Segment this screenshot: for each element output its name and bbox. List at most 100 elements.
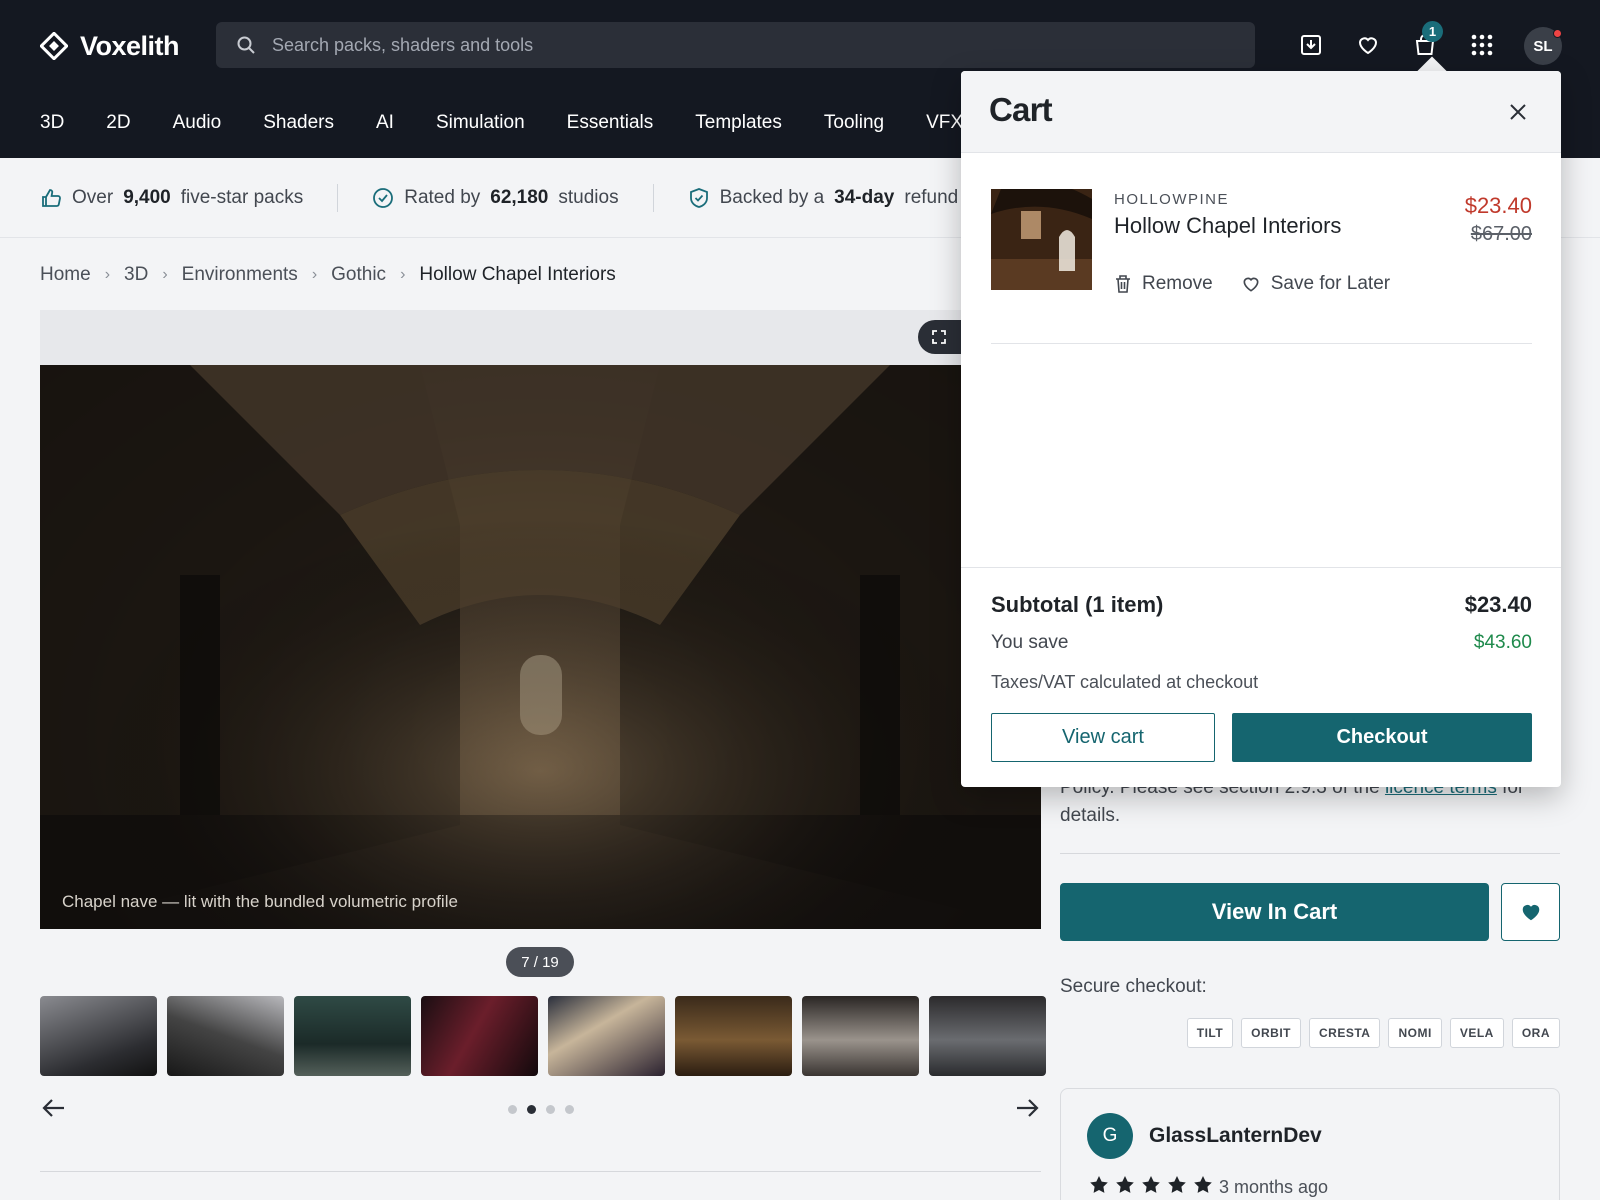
subtotal-value: $23.40 <box>1464 592 1532 617</box>
breadcrumb-gothic[interactable]: Gothic <box>331 264 386 286</box>
category-audio[interactable]: Audio <box>173 112 222 134</box>
category-simulation[interactable]: Simulation <box>436 112 525 134</box>
page-dot[interactable] <box>508 1105 517 1114</box>
trust-text-2-num: 62,180 <box>490 186 549 208</box>
savings-value: $43.60 <box>1473 632 1532 653</box>
heart-icon <box>1358 37 1378 55</box>
cart-item-thumbnail[interactable] <box>991 189 1092 290</box>
trust-text-1-pre: Over <box>72 186 114 208</box>
thumbnail[interactable] <box>548 996 665 1076</box>
category-essentials[interactable]: Essentials <box>567 112 654 134</box>
search-input[interactable] <box>272 34 1172 56</box>
arrow-right-icon <box>1017 1099 1039 1117</box>
thumbnail[interactable] <box>929 996 1046 1076</box>
savings-label: You save <box>991 632 1069 653</box>
breadcrumb-3d[interactable]: 3D <box>124 264 148 286</box>
trust-refund: Backed by a 34-day refund <box>688 186 959 209</box>
cart-header: Cart <box>961 71 1561 153</box>
trust-rated: Rated by 62,180 studios <box>372 186 619 209</box>
wishlist-button[interactable] <box>1350 27 1386 63</box>
trust-text-3-post: refund <box>904 186 959 208</box>
image-counter: 7 / 19 <box>506 947 574 977</box>
star-icon <box>1090 1176 1108 1193</box>
category-2d[interactable]: 2D <box>106 112 130 134</box>
star-icon <box>1194 1176 1212 1193</box>
category-tooling[interactable]: Tooling <box>824 112 884 134</box>
reviewer-name[interactable]: GlassLanternDev <box>1149 1124 1322 1148</box>
thumbnail[interactable] <box>294 996 411 1076</box>
page-dot-active[interactable] <box>527 1105 536 1114</box>
review-date: 3 months ago <box>1219 1177 1329 1197</box>
chevron-right-icon: › <box>162 266 168 283</box>
search-bar[interactable] <box>216 22 1255 68</box>
reviewer-avatar: G <box>1087 1113 1133 1159</box>
chevron-right-icon: › <box>104 266 111 283</box>
thumbnail[interactable] <box>802 996 919 1076</box>
gallery-toolbar <box>40 310 1041 365</box>
logo-text: Voxelith <box>80 30 180 61</box>
page-dot[interactable] <box>546 1105 555 1114</box>
category-templates[interactable]: Templates <box>695 112 782 134</box>
remove-item-button[interactable]: Remove <box>1114 273 1213 295</box>
divider <box>337 183 339 212</box>
download-button[interactable] <box>1293 27 1329 63</box>
add-to-wishlist-button[interactable] <box>1501 883 1560 941</box>
view-cart-button[interactable]: View cart <box>991 713 1215 762</box>
check-circle-icon <box>373 187 394 208</box>
category-vfx[interactable]: VFX <box>926 112 963 134</box>
chapel-nave-illustration <box>40 365 1041 929</box>
category-ai[interactable]: AI <box>376 112 394 134</box>
star-icon <box>1168 1176 1186 1193</box>
trust-text-2-pre: Rated by <box>404 186 481 208</box>
category-nav: 3D 2D Audio Shaders AI Simulation Essent… <box>40 112 1005 134</box>
category-shaders[interactable]: Shaders <box>263 112 334 134</box>
payment-badge: NOMI <box>1388 1018 1442 1048</box>
thumbnail[interactable] <box>40 996 157 1076</box>
expand-icon <box>932 330 946 344</box>
divider <box>1060 853 1560 854</box>
payment-badge: ORA <box>1511 1018 1560 1048</box>
gallery-prev-button[interactable] <box>40 1094 68 1122</box>
cart-popover: Cart HOLLOWPINE Hollow Chapel Interiors … <box>961 71 1561 787</box>
subtotal-label: Subtotal (1 item) <box>991 592 1164 617</box>
close-cart-button[interactable] <box>1503 97 1533 127</box>
trust-text-1-num: 9,400 <box>123 186 171 208</box>
star-icon <box>1116 1176 1134 1193</box>
avatar-initials: SL <box>1533 37 1553 55</box>
chevron-right-icon: › <box>311 266 318 283</box>
cart-item-name[interactable]: Hollow Chapel Interiors <box>1114 213 1341 239</box>
save-for-later-button[interactable]: Save for Later <box>1241 273 1390 295</box>
payment-badge: ORBIT <box>1241 1018 1302 1048</box>
cart-item-vendor[interactable]: HOLLOWPINE <box>1114 191 1229 208</box>
notification-dot <box>1553 29 1562 38</box>
payment-badge: CRESTA <box>1309 1018 1381 1048</box>
cart-button[interactable]: 1 <box>1407 21 1443 63</box>
payment-methods: TILT ORBIT CRESTA NOMI VELA ORA <box>1186 1018 1560 1048</box>
thumbnail-strip <box>40 996 1046 1076</box>
cart-item-original-price: $67.00 <box>1470 223 1532 245</box>
user-avatar[interactable]: SL <box>1524 27 1562 65</box>
view-in-cart-button[interactable]: View In Cart <box>1060 883 1489 941</box>
logo[interactable]: Voxelith <box>40 26 180 66</box>
thumbnail[interactable] <box>167 996 284 1076</box>
secure-checkout-label: Secure checkout: <box>1060 976 1207 997</box>
gallery-next-button[interactable] <box>1013 1094 1041 1122</box>
policy-line-2: details. <box>1060 805 1121 826</box>
breadcrumb-environments[interactable]: Environments <box>182 264 298 286</box>
remove-label: Remove <box>1142 273 1213 294</box>
cart-item: HOLLOWPINE Hollow Chapel Interiors $23.4… <box>991 189 1532 344</box>
review-card: G GlassLanternDev 3 months ago <box>1060 1088 1560 1200</box>
subtotal-row: Subtotal (1 item) $23.40 <box>991 592 1532 618</box>
page-dot[interactable] <box>565 1105 574 1114</box>
apps-button[interactable] <box>1464 27 1500 63</box>
thumbnail[interactable] <box>675 996 792 1076</box>
review-rating <box>1089 1175 1213 1195</box>
main-product-image[interactable] <box>40 365 1041 929</box>
checkout-button[interactable]: Checkout <box>1232 713 1532 762</box>
breadcrumb-current: Hollow Chapel Interiors <box>419 264 616 285</box>
apps-grid-icon <box>1471 34 1493 56</box>
arrow-left-icon <box>42 1099 64 1117</box>
breadcrumb-home[interactable]: Home <box>40 264 91 286</box>
thumbnail[interactable] <box>421 996 538 1076</box>
category-3d[interactable]: 3D <box>40 112 64 134</box>
